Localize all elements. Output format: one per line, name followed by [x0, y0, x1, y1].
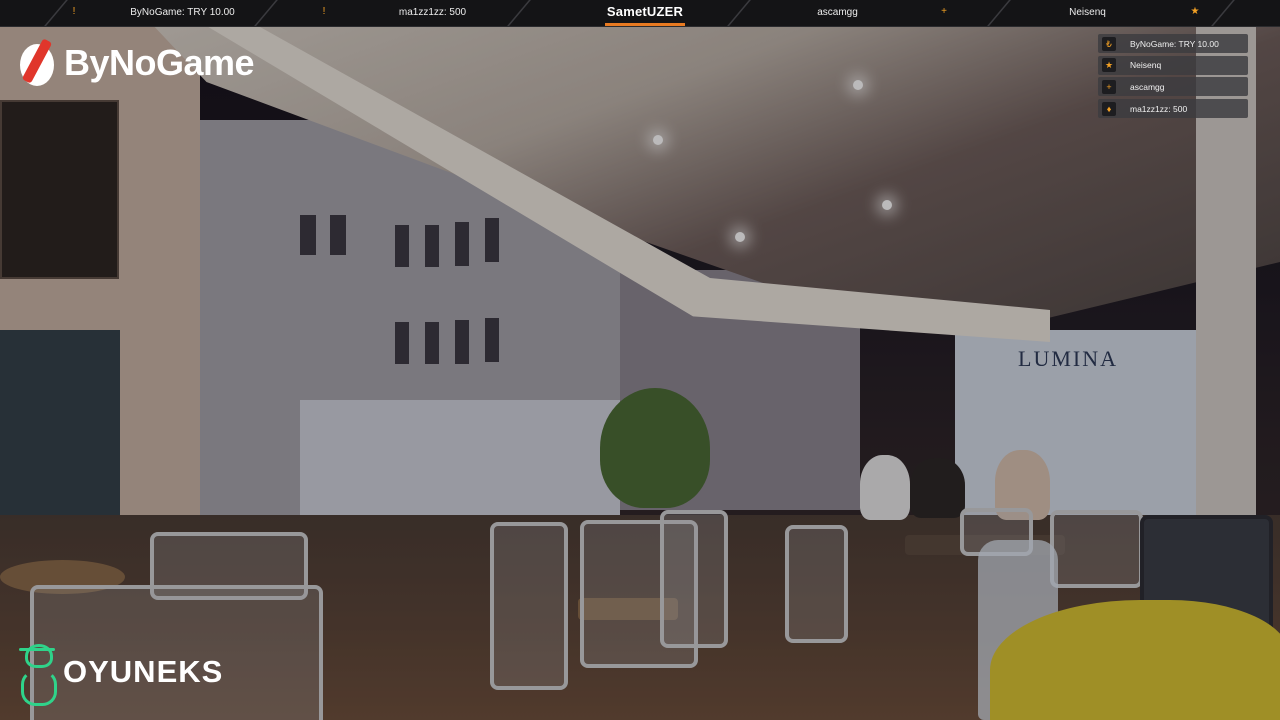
oyuneks-logo: OYUNEKS [15, 640, 224, 706]
event-item: ₺ ByNoGame: TRY 10.00 [1098, 34, 1248, 53]
coin-icon: ₺ [1102, 36, 1116, 51]
ticker-label: ByNoGame: TRY 10.00 [130, 7, 235, 18]
event-label: Neisenq [1130, 60, 1162, 71]
event-label: ByNoGame: TRY 10.00 [1130, 38, 1219, 49]
flame-icon: ! [322, 6, 326, 17]
plus-icon: + [1102, 79, 1116, 94]
event-item: + ascamgg [1098, 77, 1248, 97]
bynogame-mark-icon [20, 38, 56, 88]
recent-events-list: ₺ ByNoGame: TRY 10.00 ★ Neisenq + ascamg… [1098, 34, 1248, 121]
ticker-label: ma1zz1zz: 500 [398, 7, 467, 18]
ticker-label: ascamgg [817, 7, 858, 18]
divider [44, 0, 68, 26]
streamer-name: SametUZER [606, 4, 684, 19]
streamer-underline [605, 23, 685, 26]
event-label: ma1zz1zz: 500 [1130, 103, 1188, 114]
coin-icon: ! [72, 6, 76, 17]
ticker-item: Neisenq [995, 0, 1180, 26]
oyuneks-mascot-icon [15, 640, 61, 706]
ticker-label: Neisenq [1069, 7, 1106, 18]
top-ticker-bar: ! ByNoGame: TRY 10.00 ! ma1zz1zz: 500 Sa… [0, 0, 1280, 27]
event-item: ♦ ma1zz1zz: 500 [1098, 99, 1248, 119]
ticker-item: ma1zz1zz: 500 [340, 0, 525, 26]
event-item: ★ Neisenq [1098, 55, 1248, 75]
oyuneks-wordmark: OYUNEKS [63, 654, 224, 689]
bynogame-wordmark: ByNoGame [64, 42, 255, 83]
star-icon: ★ [1102, 58, 1116, 73]
plus-icon: + [941, 6, 947, 17]
flame-icon: ♦ [1102, 101, 1116, 116]
ticker-item: ascamgg [745, 0, 930, 26]
divider [1211, 0, 1235, 26]
star-icon: ★ [1190, 6, 1200, 17]
ticker-item: ByNoGame: TRY 10.00 [90, 0, 275, 26]
bynogame-logo: ByNoGame [20, 38, 255, 88]
event-label: ascamgg [1130, 81, 1165, 92]
tint-overlay [0, 0, 1280, 720]
camera-feed: LUMINA [0, 0, 1280, 720]
